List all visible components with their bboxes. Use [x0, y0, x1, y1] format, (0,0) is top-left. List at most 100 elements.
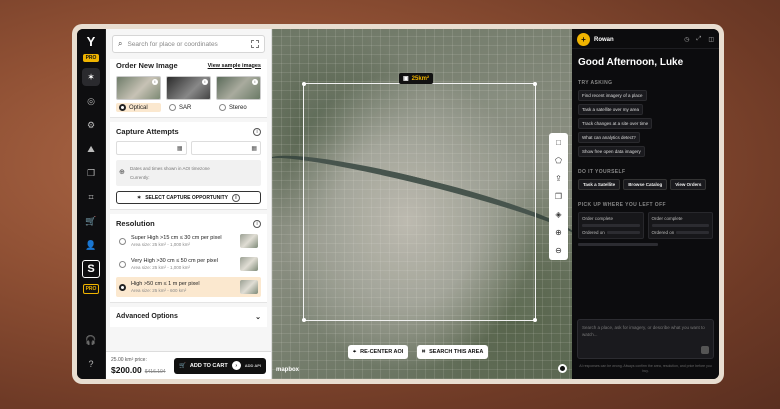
ai-disclaimer: AI responses can be wrong. Always confir…: [579, 364, 712, 373]
zoom-out-icon[interactable]: ⊖: [553, 244, 565, 257]
left-rail: Y PRO ✶ ◎ ⚙ ⛰ ❐ ⌗ 🛒 👤 S PRO 🎧 ?: [77, 29, 106, 379]
placeholder-bar: [606, 231, 640, 234]
type-sar[interactable]: i SAR: [166, 76, 211, 112]
upload-icon[interactable]: ⇪: [553, 172, 565, 185]
aoi-rectangle[interactable]: [302, 82, 537, 322]
info-icon[interactable]: i: [253, 127, 261, 136]
search-bar[interactable]: ⌕ Search for place or coordinates: [112, 35, 265, 53]
locate-icon[interactable]: ◈: [553, 208, 565, 221]
radio-high[interactable]: [119, 283, 126, 291]
save-icon[interactable]: ▣: [403, 75, 409, 82]
help-icon[interactable]: ?: [82, 355, 100, 373]
recent-orders: Order complete Ordered on Order complete…: [572, 208, 719, 239]
select-capture-label: SELECT CAPTURE OPPORTUNITY: [145, 194, 228, 201]
compass-icon[interactable]: [558, 364, 567, 373]
layers-icon[interactable]: ❐: [82, 164, 100, 182]
frame-icon[interactable]: ⌗: [82, 188, 100, 206]
view-samples-link[interactable]: View sample images: [208, 63, 261, 69]
expand-icon[interactable]: ⤢: [697, 36, 702, 43]
capture-section: Capture Attempts i ▦ ▦ ⊕ Dates and times…: [110, 122, 267, 210]
coordinates-icon[interactable]: [251, 40, 259, 48]
send-icon[interactable]: [701, 346, 709, 354]
aoi-handle[interactable]: [302, 318, 306, 322]
aoi-handle[interactable]: [533, 318, 537, 322]
assistant-avatar: +: [577, 33, 590, 46]
stereo-thumbnail: i: [216, 76, 261, 100]
globe-icon: ⊕: [119, 169, 125, 176]
history-icon[interactable]: ◷: [684, 36, 689, 43]
optical-thumbnail: i: [116, 76, 161, 100]
placeholder-bar: [676, 231, 709, 234]
api-icon: ›: [231, 361, 241, 370]
order-card[interactable]: Order complete Ordered on: [647, 212, 713, 239]
resolution-very-high[interactable]: Very High >30 cm ≤ 50 cm per pixel Area …: [116, 254, 261, 274]
search-input[interactable]: Search for place or coordinates: [127, 41, 217, 48]
zoom-in-icon[interactable]: ⊕: [553, 226, 565, 239]
app-frame: Y PRO ✶ ◎ ⚙ ⛰ ❐ ⌗ 🛒 👤 S PRO 🎧 ? ⌕ Search…: [72, 24, 724, 384]
timezone-text: Dates and times shown in AOI timezone: [130, 166, 210, 171]
user-icon[interactable]: 👤: [82, 236, 100, 254]
chat-input[interactable]: Search a place, ask for imagery, or desc…: [577, 319, 714, 359]
info-icon[interactable]: i: [232, 193, 240, 202]
select-capture-button[interactable]: ✶ SELECT CAPTURE OPPORTUNITY i: [116, 191, 261, 204]
workspace-badge[interactable]: S: [82, 260, 100, 278]
frame-icon: ⌗: [422, 348, 426, 355]
order-status: Order complete: [582, 216, 614, 221]
calendar-icon: ▦: [251, 145, 257, 152]
resolution-area: Area size: 25 km² - 600 km²: [131, 288, 187, 293]
browse-catalog-button[interactable]: Browse Catalog: [623, 179, 668, 190]
end-date-field[interactable]: ▦: [190, 141, 261, 155]
suggestion-chip[interactable]: Track changes at a site over time: [578, 118, 653, 129]
map-view[interactable]: ▣ 25km² □ ⬠ ⇪ ❐ ◈ ⊕ ⊖ ⌖ RE-CENTER AOI ⌗ …: [272, 29, 572, 379]
square-tool-icon[interactable]: □: [553, 136, 565, 149]
info-icon[interactable]: i: [253, 219, 261, 228]
search-area-button[interactable]: ⌗ SEARCH THIS AREA: [417, 345, 489, 359]
aoi-handle[interactable]: [533, 82, 537, 86]
info-icon[interactable]: i: [202, 79, 208, 85]
type-stereo[interactable]: i Stereo: [216, 76, 261, 112]
cart-icon[interactable]: 🛒: [82, 212, 100, 230]
suggestion-chip[interactable]: Show free open data imagery: [578, 146, 645, 157]
type-sar-label: SAR: [179, 104, 192, 111]
task-satellite-button[interactable]: Task a Satellite: [578, 179, 621, 190]
resolution-high[interactable]: High >50 cm ≤ 1 m per pixel Area size: 2…: [116, 277, 261, 297]
resolution-super-high[interactable]: Super High >15 cm ≤ 30 cm per pixel Area…: [116, 231, 261, 251]
app-window: Y PRO ✶ ◎ ⚙ ⛰ ❐ ⌗ 🛒 👤 S PRO 🎧 ? ⌕ Search…: [77, 29, 719, 379]
info-icon[interactable]: i: [152, 79, 158, 85]
polygon-tool-icon[interactable]: ⬠: [553, 154, 565, 167]
view-orders-button[interactable]: View Orders: [670, 179, 707, 190]
chat-placeholder: Search a place, ask for imagery, or desc…: [582, 325, 705, 337]
cart-icon: 🛒: [179, 362, 186, 369]
resolution-sample: [240, 257, 258, 271]
type-optical-label: Optical: [129, 104, 148, 111]
resolution-area: Area size: 25 km² - 1,000 km²: [131, 242, 191, 247]
advanced-options[interactable]: Advanced Options ⌄: [110, 307, 267, 327]
add-to-cart-button[interactable]: 🛒 ADD TO CART › ADD API: [174, 357, 266, 374]
satellite-icon[interactable]: ✶: [82, 68, 100, 86]
type-optical[interactable]: i Optical: [116, 76, 161, 112]
globe-icon[interactable]: ◎: [82, 92, 100, 110]
start-date-field[interactable]: ▦: [116, 141, 187, 155]
radio-optical[interactable]: [119, 104, 126, 111]
add-api-label[interactable]: ADD API: [245, 363, 261, 368]
suggestion-chip[interactable]: Find recent imagery of a place: [578, 90, 647, 101]
analytics-icon[interactable]: ⚙: [82, 116, 100, 134]
suggestion-chip[interactable]: What can analytics detect?: [578, 132, 640, 143]
order-card[interactable]: Order complete Ordered on: [578, 212, 644, 239]
ordered-on: Ordered on: [582, 230, 605, 235]
radio-sar[interactable]: [169, 104, 176, 111]
recenter-aoi-button[interactable]: ⌖ RE-CENTER AOI: [348, 345, 409, 359]
radio-super-high[interactable]: [119, 237, 126, 245]
headset-icon[interactable]: 🎧: [82, 331, 100, 349]
area-label: ▣ 25km²: [399, 73, 434, 84]
aoi-handle[interactable]: [302, 82, 306, 86]
radio-very-high[interactable]: [119, 260, 126, 268]
mountain-icon[interactable]: ⛰: [82, 140, 100, 158]
radio-stereo[interactable]: [219, 104, 226, 111]
suggestion-chip[interactable]: Task a satellite over my area: [578, 104, 644, 115]
order-title: Order New Image: [116, 61, 178, 70]
layers-icon[interactable]: ❐: [553, 190, 565, 203]
mapbox-attribution[interactable]: mapbox: [276, 367, 299, 373]
info-icon[interactable]: i: [252, 79, 258, 85]
panel-toggle-icon[interactable]: ◫: [708, 36, 714, 43]
